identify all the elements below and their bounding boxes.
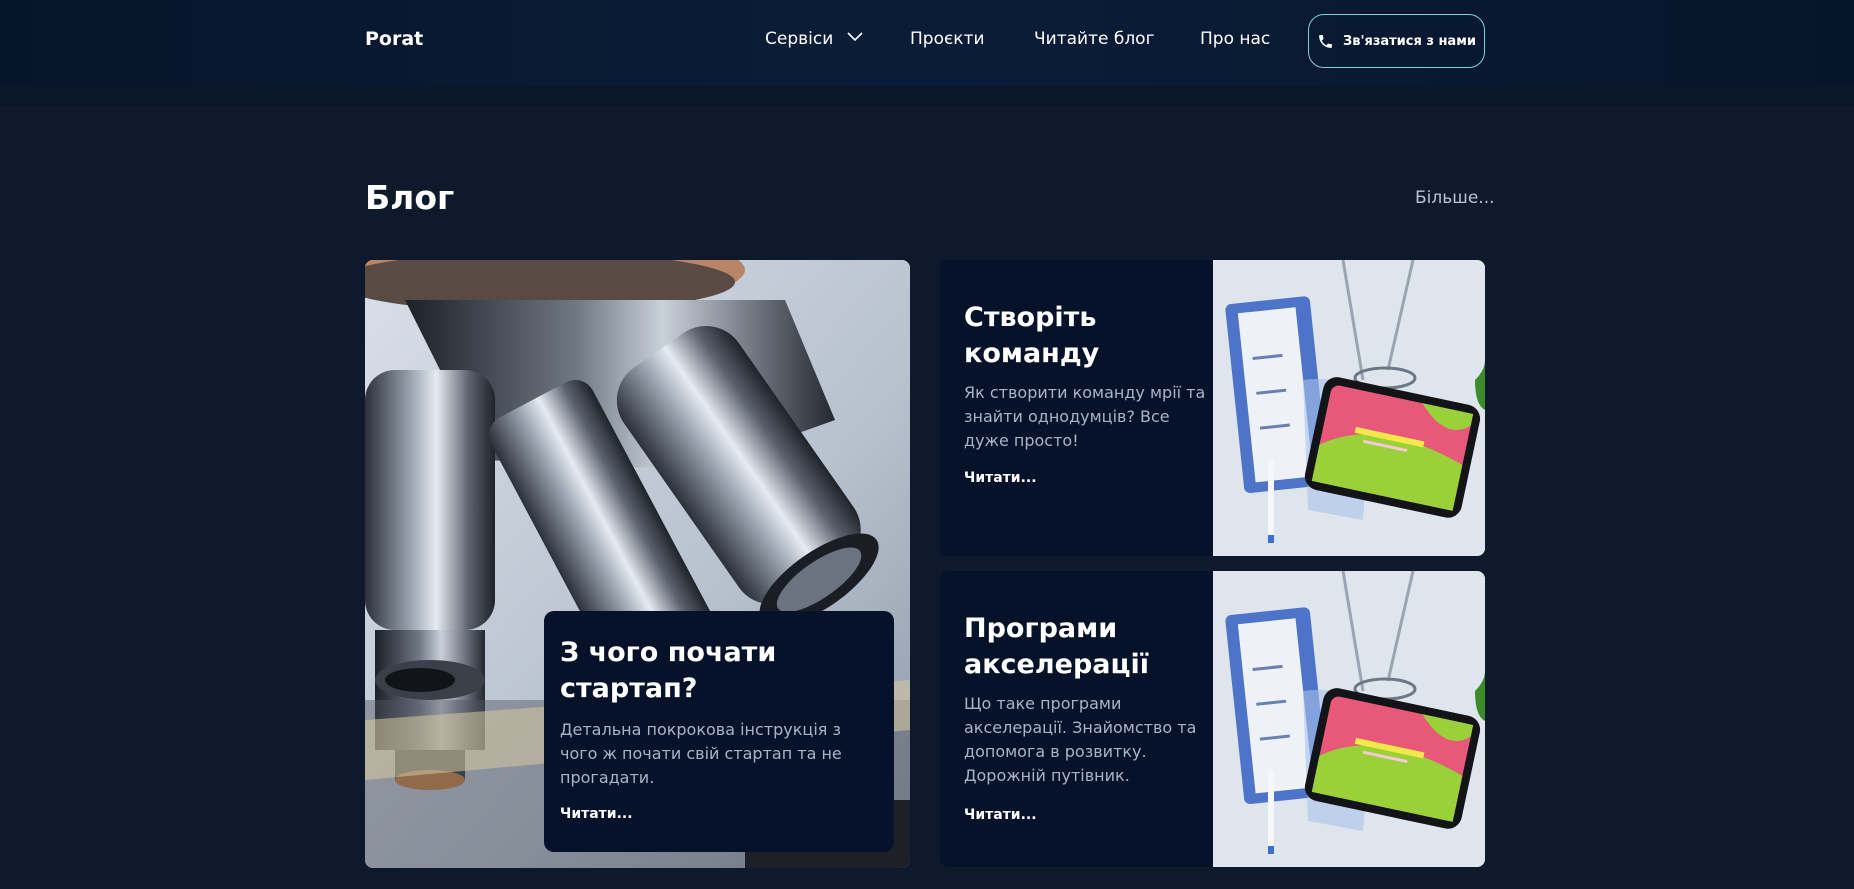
read-more-link[interactable]: Читати... bbox=[560, 806, 633, 822]
more-link[interactable]: Більше... bbox=[1415, 188, 1495, 208]
nav-about[interactable]: Про нас bbox=[1200, 29, 1270, 49]
logo[interactable]: Porat bbox=[365, 28, 423, 50]
phone-icon bbox=[1317, 33, 1334, 50]
card-title: Створіть команду bbox=[964, 302, 1100, 369]
featured-card-content: З чого почати стартап? Детальна покроков… bbox=[544, 611, 894, 852]
nav-services-label: Сервіси bbox=[765, 29, 834, 49]
card-description: Що таке програми акселерації. Знайомство… bbox=[964, 694, 1197, 785]
dna-test-image bbox=[1213, 260, 1485, 556]
dna-test-image bbox=[1213, 571, 1485, 867]
card-title: Програми акселерації bbox=[964, 613, 1150, 680]
card-content: Програми акселерації Що таке програми ак… bbox=[964, 611, 1209, 788]
nav-projects[interactable]: Проєкти bbox=[910, 29, 985, 49]
header-strip bbox=[0, 86, 1854, 106]
read-more-link[interactable]: Читати... bbox=[964, 470, 1037, 486]
contact-button[interactable]: Зв'язатися з нами bbox=[1308, 14, 1485, 68]
site-header: Porat Сервіси Проєкти Читайте блог Про н… bbox=[0, 0, 1854, 86]
card-description: Як створити команду мрії та знайти однод… bbox=[964, 383, 1206, 450]
card-title: З чого почати стартап? bbox=[560, 637, 777, 704]
card-description: Детальна покрокова інструкція з чого ж п… bbox=[560, 720, 842, 787]
nav-services[interactable]: Сервіси bbox=[765, 29, 863, 49]
blog-card-accelerators[interactable]: Програми акселерації Що таке програми ак… bbox=[940, 571, 1485, 867]
card-content: Створіть команду Як створити команду мрі… bbox=[964, 300, 1209, 453]
read-more-link[interactable]: Читати... bbox=[964, 807, 1037, 823]
nav-blog[interactable]: Читайте блог bbox=[1034, 29, 1155, 49]
blog-card-featured[interactable]: З чого почати стартап? Детальна покроков… bbox=[365, 260, 910, 868]
blog-card-team[interactable]: Створіть команду Як створити команду мрі… bbox=[940, 260, 1485, 556]
chevron-down-icon bbox=[847, 27, 863, 47]
contact-button-label: Зв'язатися з нами bbox=[1343, 33, 1476, 49]
section-title: Блог bbox=[365, 178, 455, 217]
